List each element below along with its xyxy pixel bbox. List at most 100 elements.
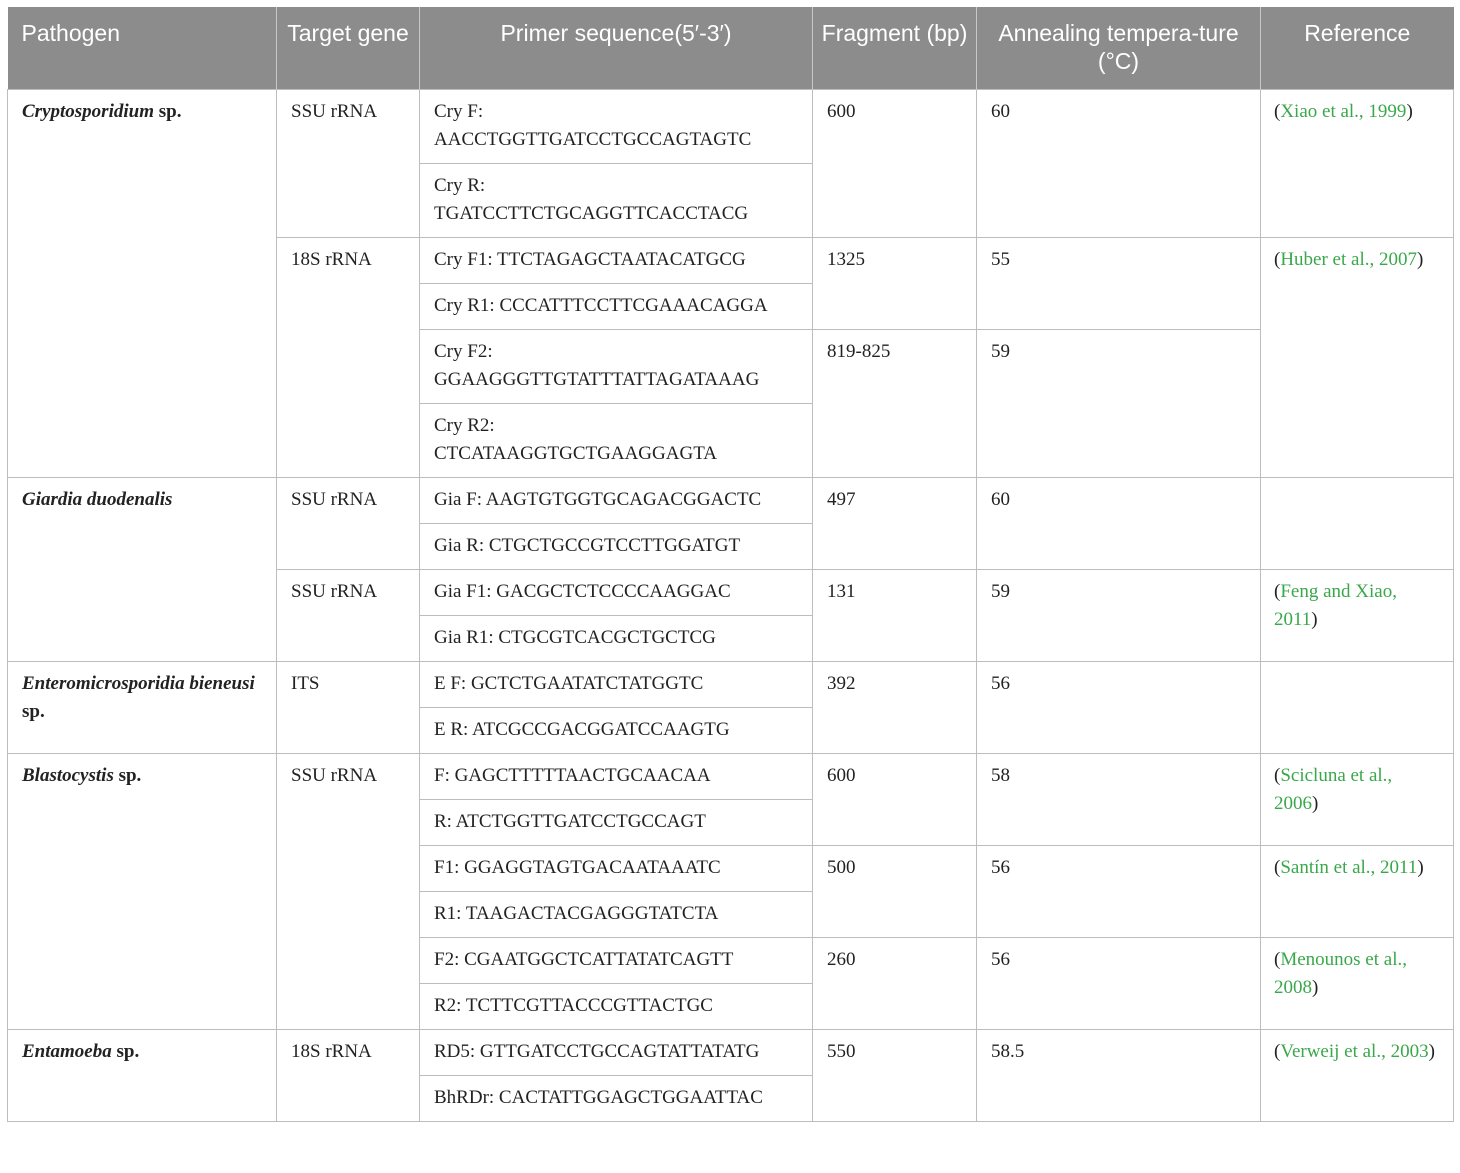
primer-cell: F: GAGCTTTTTAACTGCAACAA (419, 753, 813, 800)
annealing-cell: 60 (976, 89, 1261, 238)
header-fragment-text: Fragment (bp) (821, 20, 968, 46)
primer-label: Cry R: (434, 175, 486, 196)
primer-cell: E F: GCTCTGAATATCTATGGTC (419, 661, 813, 708)
gene-cell: SSU rRNA (276, 569, 420, 662)
header-row: Pathogen Target gene Primer sequence(5′-… (7, 7, 1454, 90)
primer-cell: Gia F1: GACGCTCTCCCCAAGGAC (419, 569, 813, 616)
fragment-cell: 600 (812, 753, 977, 846)
gene-cell: 18S rRNA (276, 237, 420, 478)
pathogen-cell: Cryptosporidium sp. (7, 89, 277, 478)
reference-link[interactable]: Feng and Xiao, 2011 (1274, 581, 1397, 630)
reference-link[interactable]: Scicluna et al., 2006 (1274, 765, 1392, 814)
reference-cell-empty (1260, 477, 1454, 570)
fragment-cell: 500 (812, 845, 977, 938)
reference-link[interactable]: Xiao et al., 1999 (1280, 101, 1406, 122)
fragment-cell: 392 (812, 661, 977, 754)
table-row: Giardia duodenalis SSU rRNA Gia F: AAGTG… (7, 477, 1454, 662)
fragment-cell: 497 (812, 477, 977, 570)
primer-cell: Cry R: TGATCCTTCTGCAGGTTCACCTACG (419, 163, 813, 238)
reference-cell: (Huber et al., 2007) (1260, 237, 1454, 478)
primer-cell: Cry R2: CTCATAAGGTGCTGAAGGAGTA (419, 403, 813, 478)
header-target-gene-text: Target gene (287, 20, 409, 46)
gene-cell: 18S rRNA (276, 1029, 420, 1122)
header-pathogen: Pathogen (7, 7, 277, 90)
header-primer: Primer sequence(5′-3′) (419, 7, 813, 90)
table-row: Cryptosporidium sp. SSU rRNA Cry F: AACCT… (7, 89, 1454, 478)
primer-cell: BhRDr: CACTATTGGAGCTGGAATTAC (419, 1075, 813, 1122)
primer-cell: RD5: GTTGATCCTGCCAGTATTATATG (419, 1029, 813, 1076)
primer-seq: CTCATAAGGTGCTGAAGGAGTA (434, 443, 717, 464)
annealing-cell: 55 (976, 237, 1261, 330)
primer-label: Cry R2: (434, 415, 495, 436)
pathogen-genus: Entamoeba (22, 1041, 112, 1062)
primer-seq: GGAAGGGTTGTATTTATTAGATAAAG (434, 369, 760, 390)
reference-cell: (Verweij et al., 2003) (1260, 1029, 1454, 1122)
fragment-cell: 260 (812, 937, 977, 1030)
fragment-cell: 550 (812, 1029, 977, 1122)
pathogen-cell: Giardia duodenalis (7, 477, 277, 662)
reference-link[interactable]: Huber et al., 2007 (1280, 249, 1417, 270)
primer-cell: Cry F1: TTCTAGAGCTAATACATGCG (419, 237, 813, 284)
fragment-cell: 819-825 (812, 329, 977, 478)
reference-cell: (Menounos et al., 2008) (1260, 937, 1454, 1030)
header-annealing: Annealing tempera-ture (°C) (976, 7, 1261, 90)
primer-cell: Cry R1: CCCATTTCCTTCGAAACAGGA (419, 283, 813, 330)
annealing-cell: 59 (976, 569, 1261, 662)
annealing-cell: 56 (976, 845, 1261, 938)
pathogen-cell: Entamoeba sp. (7, 1029, 277, 1122)
reference-link[interactable]: Verweij et al., 2003 (1280, 1041, 1428, 1062)
header-target-gene: Target gene (276, 7, 420, 90)
gene-cell: ITS (276, 661, 420, 754)
primer-cell: Cry F: AACCTGGTTGATCCTGCCAGTAGTC (419, 89, 813, 164)
reference-cell: (Xiao et al., 1999) (1260, 89, 1454, 238)
table-row: Blastocystis sp. SSU rRNA F: GAGCTTTTTAA… (7, 753, 1454, 1030)
fragment-cell: 1325 (812, 237, 977, 330)
primer-cell: R2: TCTTCGTTACCCGTTACTGC (419, 983, 813, 1030)
primer-cell: Gia R1: CTGCGTCACGCTGCTCG (419, 615, 813, 662)
primer-label: Cry F2: (434, 341, 493, 362)
pathogen-genus: Enteromicrosporidia bieneusi (22, 673, 255, 694)
pathogen-genus: Giardia duodenalis (22, 489, 173, 510)
reference-link[interactable]: Menounos et al., 2008 (1274, 949, 1407, 998)
pathogen-cell: Enteromicrosporidia bieneusi sp. (7, 661, 277, 754)
primer-seq: TGATCCTTCTGCAGGTTCACCTACG (434, 203, 749, 224)
pathogen-cell: Blastocystis sp. (7, 753, 277, 1030)
reference-cell: (Santín et al., 2011) (1260, 845, 1454, 938)
primer-cell: R1: TAAGACTACGAGGGTATCTA (419, 891, 813, 938)
primer-cell: F1: GGAGGTAGTGACAATAAATC (419, 845, 813, 892)
reference-cell: (Scicluna et al., 2006) (1260, 753, 1454, 846)
primer-cell: R: ATCTGGTTGATCCTGCCAGT (419, 799, 813, 846)
primer-table: Pathogen Target gene Primer sequence(5′-… (7, 7, 1454, 1122)
header-reference: Reference (1260, 7, 1454, 90)
primer-cell: Gia R: CTGCTGCCGTCCTTGGATGT (419, 523, 813, 570)
table-row: Entamoeba sp. 18S rRNA RD5: GTTGATCCTGCC… (7, 1029, 1454, 1122)
annealing-cell: 56 (976, 937, 1261, 1030)
annealing-cell: 58.5 (976, 1029, 1261, 1122)
reference-link[interactable]: Santín et al., 2011 (1280, 857, 1417, 878)
annealing-cell: 58 (976, 753, 1261, 846)
pathogen-suffix: sp. (22, 701, 45, 722)
gene-cell: SSU rRNA (276, 89, 420, 238)
primer-cell: F2: CGAATGGCTCATTATATCAGTT (419, 937, 813, 984)
pathogen-suffix: sp. (111, 1041, 140, 1062)
primer-seq: AACCTGGTTGATCCTGCCAGTAGTC (434, 129, 752, 150)
fragment-cell: 131 (812, 569, 977, 662)
primer-cell: Cry F2: GGAAGGGTTGTATTTATTAGATAAAG (419, 329, 813, 404)
fragment-cell: 600 (812, 89, 977, 238)
header-fragment: Fragment (bp) (812, 7, 977, 90)
pathogen-suffix: sp. (153, 101, 182, 122)
pathogen-suffix: sp. (113, 765, 142, 786)
reference-cell: (Feng and Xiao, 2011) (1260, 569, 1454, 662)
annealing-cell: 59 (976, 329, 1261, 478)
primer-label: Cry F: (434, 101, 484, 122)
gene-cell: SSU rRNA (276, 753, 420, 1030)
reference-cell-empty (1260, 661, 1454, 754)
pathogen-genus: Cryptosporidium (22, 101, 154, 122)
annealing-cell: 60 (976, 477, 1261, 570)
gene-cell: SSU rRNA (276, 477, 420, 570)
primer-cell: Gia F: AAGTGTGGTGCAGACGGACTC (419, 477, 813, 524)
annealing-cell: 56 (976, 661, 1261, 754)
header-annealing-text: Annealing tempera-ture (°C) (998, 20, 1239, 74)
primer-cell: E R: ATCGCCGACGGATCCAAGTG (419, 707, 813, 754)
table-row: Enteromicrosporidia bieneusi sp. ITS E F… (7, 661, 1454, 754)
